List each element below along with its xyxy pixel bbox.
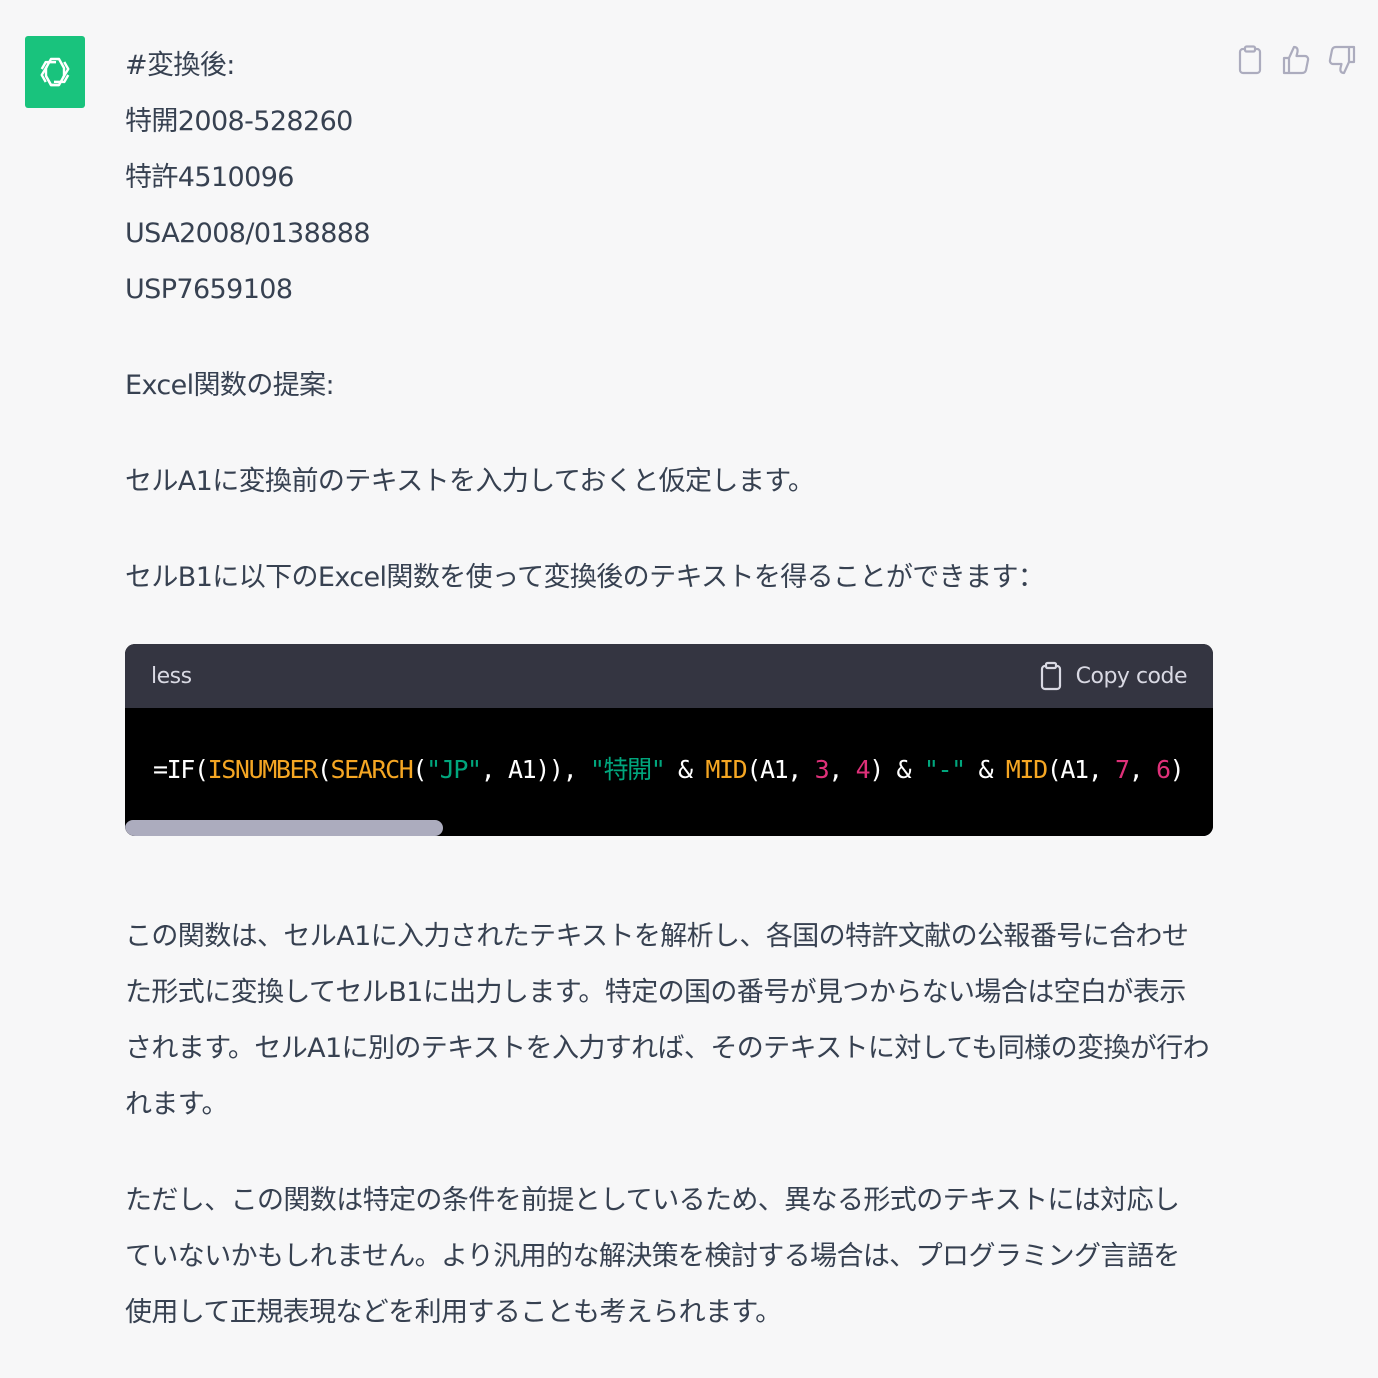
code-header: less Copy code [125,644,1213,708]
code-token-op: (A1, [1046,755,1116,784]
assistant-message: #変換後: 特開2008-528260 特許4510096 USA2008/01… [125,40,1215,608]
explanation-paragraph: この関数は、セルA1に入力されたテキストを解析し、各国の特許文献の公報番号に合わ… [125,909,1225,1133]
code-language-label: less [151,663,192,689]
code-token-op: & [964,755,1006,784]
explanation-line: この関数は、セルA1に入力されたテキストを解析し、各国の特許文献の公報番号に合わ… [125,921,1189,952]
code-token-op: , [828,755,856,784]
code-token-op: ) [1169,755,1185,784]
copy-message-button[interactable] [1236,42,1264,78]
assumption-text: セルA1に変換前のテキストを入力しておくと仮定します。 [125,466,815,497]
thumbs-down-button[interactable] [1328,42,1356,78]
clipboard-icon [1238,45,1262,75]
code-token-num: 7 [1115,755,1130,784]
code-token-fn: MID [1005,755,1048,784]
caveat-line: ていないかもしれません。より汎用的な解決策を検討する場合は、プログラミング言語を [125,1241,1180,1272]
code-token-str: "-" [923,755,966,784]
excel-heading: Excel関数の提案: [125,370,335,401]
caveat-line: 使用して正規表現などを利用することも考えられます。 [125,1297,782,1328]
code-body: =IF(ISNUMBER(SEARCH("JP", A1)), "特開" & M… [125,708,1213,836]
thumbs-up-button[interactable] [1282,42,1310,78]
horizontal-scrollbar[interactable] [125,820,443,836]
code-token-op: , [1128,755,1156,784]
code-token-str: "特開" [589,755,666,784]
copy-code-label: Copy code [1075,663,1188,689]
code-block: less Copy code =IF(ISNUMBER(SEARCH("JP",… [125,644,1213,836]
openai-logo-icon [40,57,70,87]
code-token-num: 4 [855,755,871,784]
result-line: 特許4510096 [125,162,294,193]
caveat-line: ただし、この関数は特定の条件を前提としているため、異なる形式のテキストには対応し [125,1185,1180,1216]
intro-text: セルB1に以下のExcel関数を使って変換後のテキストを得ることができます： [125,562,1045,593]
explanation-line: た形式に変換してセルB1に出力します。特定の国の番号が見つからない場合は空白が表… [125,977,1186,1008]
thumbs-up-icon [1282,45,1310,75]
result-line: USA2008/0138888 [125,218,371,249]
explanation-line: されます。セルA1に別のテキストを入力すれば、そのテキストに対しても同様の変換が… [125,1033,1210,1064]
caveat-paragraph: ただし、この関数は特定の条件を前提としているため、異なる形式のテキストには対応し… [125,1173,1225,1341]
code-token-op: ( [316,755,332,784]
code-token-fn: ISNUMBER [207,755,319,784]
code-token-op: =IF( [153,755,209,784]
code-token-str: "JP" [426,755,482,784]
copy-code-button[interactable]: Copy code [1040,661,1188,691]
assistant-avatar [25,36,85,108]
explanation-line: れます。 [125,1089,229,1120]
code-token-num: 3 [814,755,830,784]
code-token-op: ) & [869,755,924,784]
code-token-op: , A1)), [480,755,590,784]
conversion-heading: #変換後: [125,50,235,81]
code-token-op: ( [412,755,427,784]
code-line: =IF(ISNUMBER(SEARCH("JP", A1)), "特開" & M… [153,750,1185,786]
code-token-op: & [664,755,706,784]
message-actions [1236,42,1356,78]
result-line: USP7659108 [125,274,293,305]
code-token-fn: MID [705,755,747,784]
code-token-fn: SEARCH [330,755,413,784]
result-line: 特開2008-528260 [125,106,353,137]
code-token-num: 6 [1155,755,1171,784]
thumbs-down-icon [1328,45,1356,75]
clipboard-icon [1040,661,1061,691]
code-token-op: (A1, [746,755,815,784]
